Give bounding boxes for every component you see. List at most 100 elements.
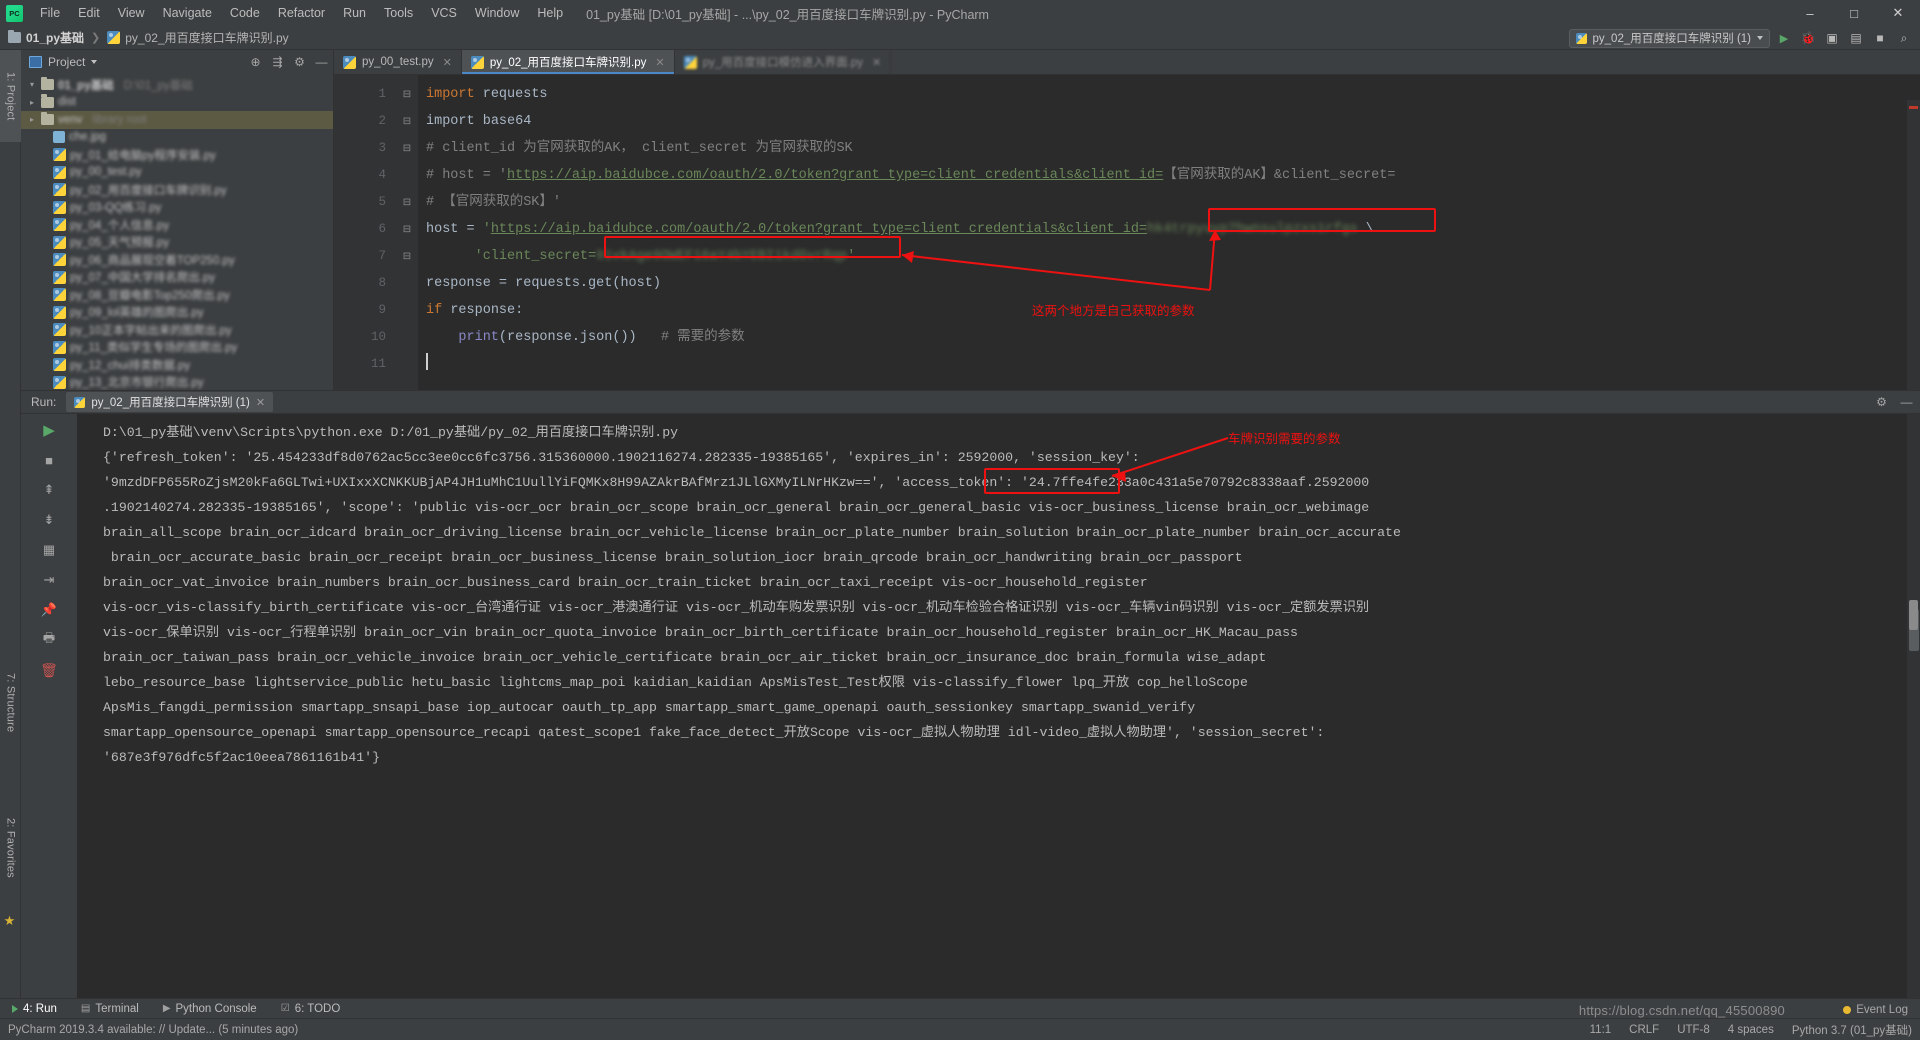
menu-refactor[interactable]: Refactor xyxy=(269,3,334,23)
collapse-icon[interactable]: ⇶ xyxy=(270,55,285,70)
fold-toggle-icon[interactable]: ⊟ xyxy=(396,108,418,135)
tree-item[interactable]: py_10正本字帖出来的图爬出.py xyxy=(21,321,333,339)
stop-icon[interactable]: ■ xyxy=(38,450,60,470)
minimize-button[interactable]: – xyxy=(1788,0,1832,26)
debug-icon[interactable]: 🐞 xyxy=(1798,28,1818,48)
status-message[interactable]: PyCharm 2019.3.4 available: // Update...… xyxy=(8,1024,298,1036)
fold-toggle-icon[interactable]: ⊟ xyxy=(396,216,418,243)
close-icon[interactable]: ✕ xyxy=(655,56,664,69)
code-editor[interactable]: 1 2 3 4 5 6 7 8 9 10 11 ⊟ ⊟ ⊟ ⊟ ⊟ ⊟ import requests impo… xyxy=(334,75,1920,390)
run-icon[interactable]: ▶ xyxy=(1774,28,1794,48)
code-line[interactable]: response = requests.get(host) xyxy=(418,270,1920,297)
tree-item[interactable]: py_05_天气预报.py xyxy=(21,234,333,252)
tree-item[interactable]: py_07_中国大学排名爬出.py xyxy=(21,269,333,287)
menu-help[interactable]: Help xyxy=(528,3,572,23)
code-line[interactable]: # 【官网获取的SK】' xyxy=(418,189,1920,216)
scroll-down-icon[interactable]: ⇟ xyxy=(38,510,60,530)
menu-tools[interactable]: Tools xyxy=(375,3,422,23)
tree-item[interactable]: ▸ dist xyxy=(21,94,333,112)
code-line[interactable]: 'client_secret=91vkAge9OWEF16aY4bYEBI1kd… xyxy=(418,243,1920,270)
console-scrollbar[interactable] xyxy=(1907,414,1920,1018)
close-icon[interactable]: ✕ xyxy=(443,56,452,69)
bottom-tab[interactable]: 4: Run xyxy=(8,1002,61,1016)
event-log-indicator[interactable]: Event Log xyxy=(1843,1004,1908,1016)
menu-file[interactable]: File xyxy=(31,3,69,23)
tree-item[interactable]: py_00_test.py xyxy=(21,164,333,182)
code-line[interactable]: # host = 'https://aip.baidubce.com/oauth… xyxy=(418,162,1920,189)
code-line[interactable]: print(response.json()) # 需要的参数 xyxy=(418,324,1920,351)
print-icon[interactable]: 🖶 xyxy=(38,630,60,650)
tree-item[interactable]: py_02_用百度接口车牌识别.py xyxy=(21,181,333,199)
maximize-button[interactable]: □ xyxy=(1832,0,1876,26)
fold-toggle-icon[interactable]: ⊟ xyxy=(396,135,418,162)
trash-icon[interactable]: 🗑 xyxy=(38,660,60,680)
search-icon[interactable]: ⌕ xyxy=(1894,28,1914,48)
tree-item[interactable]: py_06_商品展现空着TOP250.py xyxy=(21,251,333,269)
python-interpreter[interactable]: Python 3.7 (01_py基础) xyxy=(1792,1022,1912,1038)
sidebar-item-project[interactable]: 1: Project xyxy=(0,50,21,142)
fold-toggle-icon[interactable]: ⊟ xyxy=(396,81,418,108)
bottom-tab[interactable]: ▤ Terminal xyxy=(77,1002,143,1016)
project-file-tree[interactable]: ▾ 01_py基础 D:\01_py基础 ▸ dist ▸ venv library root… xyxy=(21,74,333,390)
menu-edit[interactable]: Edit xyxy=(69,3,109,23)
close-icon[interactable]: ✕ xyxy=(872,56,881,69)
coverage-icon[interactable]: ▣ xyxy=(1822,28,1842,48)
tree-expand-arrow-icon[interactable]: ▸ xyxy=(27,115,37,124)
error-marker[interactable] xyxy=(1909,106,1918,109)
tree-item[interactable]: py_12_chui排类数据.py xyxy=(21,356,333,374)
menu-code[interactable]: Code xyxy=(221,3,269,23)
code-line[interactable]: if response: xyxy=(418,297,1920,324)
editor-tab[interactable]: py_用百度接口模仿进入界面.py ✕ xyxy=(675,50,892,74)
rerun-icon[interactable]: ▶ xyxy=(38,420,60,440)
menu-vcs[interactable]: VCS xyxy=(422,3,466,23)
tree-item[interactable]: che.jpg xyxy=(21,129,333,147)
editor-tab-bar[interactable]: py_00_test.py ✕ py_02_用百度接口车牌识别.py ✕ py_用百度接… xyxy=(334,50,1920,75)
code-line[interactable]: # client_id 为官网获取的AK， client_secret 为官网获… xyxy=(418,135,1920,162)
settings-gear-icon[interactable]: ⚙ xyxy=(292,55,307,70)
fold-toggle-icon[interactable]: ⊟ xyxy=(396,243,418,270)
tree-item[interactable]: py_11_类似学生专场的图爬出.py xyxy=(21,339,333,357)
breadcrumb-project[interactable]: 01_py基础 xyxy=(8,29,84,46)
editor-tab[interactable]: py_02_用百度接口车牌识别.py ✕ xyxy=(461,50,675,74)
bottom-tab[interactable]: ▶ Python Console xyxy=(159,1002,261,1016)
settings-gear-icon[interactable]: ⚙ xyxy=(1874,395,1889,410)
tree-expand-arrow-icon[interactable]: ▾ xyxy=(27,80,37,89)
stop-icon[interactable]: ■ xyxy=(1870,28,1890,48)
code-line[interactable]: import base64 xyxy=(418,108,1920,135)
menu-view[interactable]: View xyxy=(109,3,154,23)
file-encoding[interactable]: UTF-8 xyxy=(1677,1024,1710,1036)
editor-scrollbar[interactable] xyxy=(1907,100,1920,390)
chevron-down-icon[interactable] xyxy=(91,60,98,64)
tree-item[interactable]: py_08_豆瓣电影Top250爬出.py xyxy=(21,286,333,304)
code-line[interactable] xyxy=(418,351,1920,378)
tree-item[interactable]: py_01_给电脑py程序安装.py xyxy=(21,146,333,164)
code-line[interactable]: host = 'https://aip.baidubce.com/oauth/2… xyxy=(418,216,1920,243)
code-fold-gutter[interactable]: ⊟ ⊟ ⊟ ⊟ ⊟ ⊟ xyxy=(396,75,418,390)
tree-item[interactable]: py_04_个人信息.py xyxy=(21,216,333,234)
menu-navigate[interactable]: Navigate xyxy=(154,3,221,23)
hide-icon[interactable]: — xyxy=(314,55,329,70)
tree-item[interactable]: py_13_北京市银行爬出.py xyxy=(21,374,333,391)
menu-run[interactable]: Run xyxy=(334,3,375,23)
editor-tab[interactable]: py_00_test.py ✕ xyxy=(334,50,462,74)
tree-item[interactable]: py_03-QQ练习.py xyxy=(21,199,333,217)
close-icon[interactable]: ✕ xyxy=(256,396,265,409)
soft-wrap-icon[interactable]: ▦ xyxy=(38,540,60,560)
console-scroll-thumb[interactable] xyxy=(1909,600,1918,630)
code-content[interactable]: import requests import base64 # client_id … xyxy=(418,75,1920,390)
sidebar-item-favorites[interactable]: 2: Favorites xyxy=(0,790,21,905)
profile-icon[interactable]: ▤ xyxy=(1846,28,1866,48)
hide-icon[interactable]: — xyxy=(1899,395,1914,410)
code-line[interactable]: import requests xyxy=(418,81,1920,108)
fold-toggle-icon[interactable]: ⊟ xyxy=(396,189,418,216)
caret-position[interactable]: 11:1 xyxy=(1590,1024,1612,1036)
indent-setting[interactable]: 4 spaces xyxy=(1728,1024,1774,1036)
menu-window[interactable]: Window xyxy=(466,3,528,23)
bottom-tab[interactable]: ☑ 6: TODO xyxy=(277,1002,345,1016)
scroll-up-icon[interactable]: ⇞ xyxy=(38,480,60,500)
sidebar-item-structure[interactable]: 7: Structure xyxy=(0,650,21,755)
tree-item[interactable]: ▾ 01_py基础 D:\01_py基础 xyxy=(21,76,333,94)
run-session-tab[interactable]: py_02_用百度接口车牌识别 (1) ✕ xyxy=(66,392,274,412)
tree-item[interactable]: py_09_lol英雄的图爬出.py xyxy=(21,304,333,322)
close-button[interactable]: ✕ xyxy=(1876,0,1920,26)
